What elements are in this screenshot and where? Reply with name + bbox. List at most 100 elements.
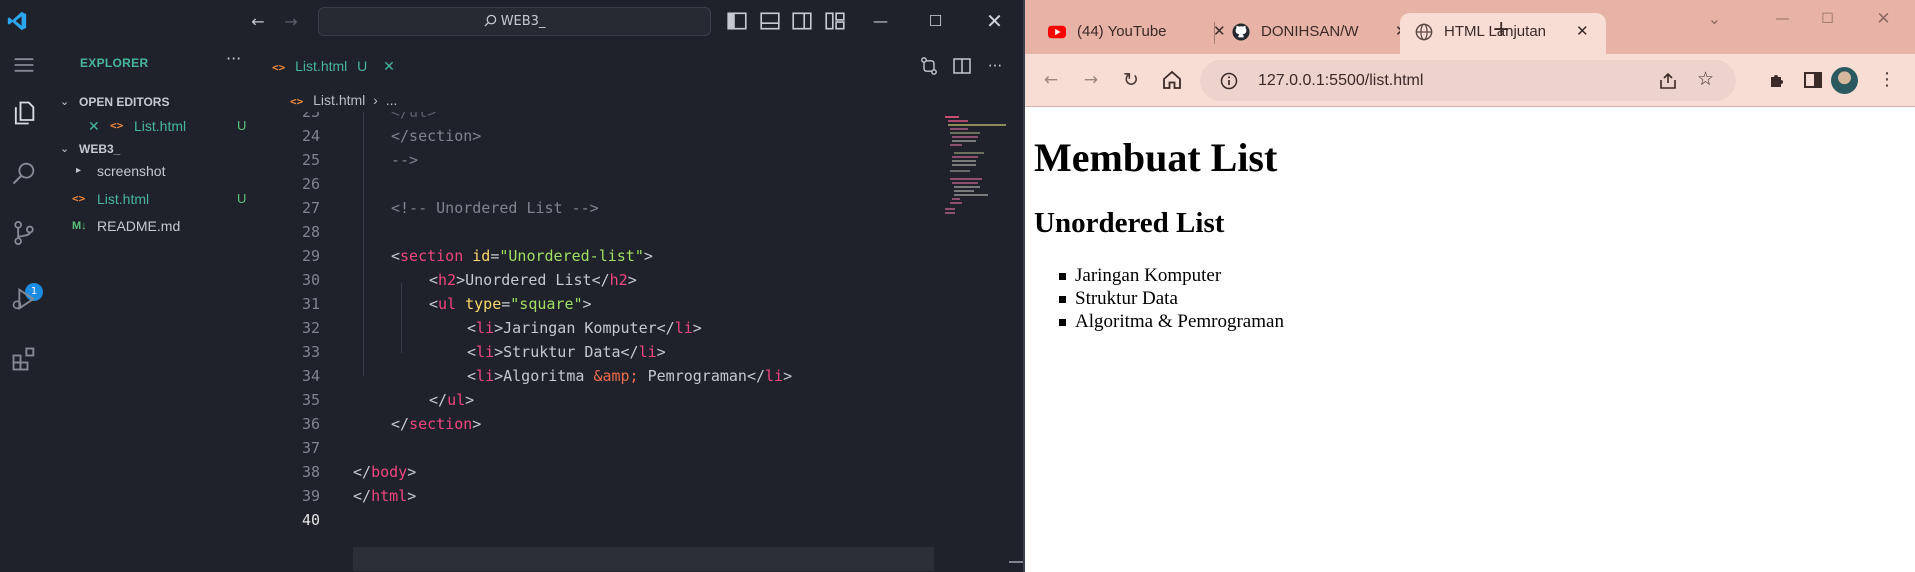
tab-close-icon[interactable]: ✕ bbox=[383, 58, 395, 74]
url-text: 127.0.0.1:5500/list.html bbox=[1258, 72, 1424, 89]
scrollbar-thumb[interactable] bbox=[1009, 561, 1023, 563]
untracked-badge: U bbox=[237, 191, 247, 206]
more-actions-icon[interactable]: ··· bbox=[984, 55, 1006, 77]
square-bullet bbox=[1059, 273, 1066, 280]
run-debug-icon[interactable] bbox=[10, 285, 38, 313]
chevron-down-icon: ⌄ bbox=[60, 143, 70, 155]
square-bullet bbox=[1059, 319, 1066, 326]
side-panel-icon[interactable] bbox=[1801, 68, 1825, 92]
folder-header[interactable]: ⌄ WEB3_ bbox=[48, 138, 260, 160]
code-line: 28 bbox=[301, 223, 320, 241]
bookmark-star-icon[interactable]: ☆ bbox=[1697, 68, 1714, 90]
open-editors-label: OPEN EDITORS bbox=[79, 95, 170, 109]
tab-label: (44) YouTube bbox=[1077, 23, 1167, 40]
address-bar[interactable]: 127.0.0.1:5500/list.html ☆ bbox=[1200, 60, 1736, 101]
toggle-panel-icon[interactable] bbox=[759, 11, 781, 31]
open-editors-header[interactable]: ⌄ OPEN EDITORS bbox=[48, 91, 260, 113]
code-line: 31 <ul type="square"> bbox=[301, 295, 592, 313]
code-line: 26 bbox=[301, 175, 320, 193]
html-file-icon: <> bbox=[290, 95, 304, 108]
profile-avatar[interactable] bbox=[1831, 67, 1858, 94]
page-content: Membuat List Unordered List Jaringan Kom… bbox=[1025, 108, 1915, 572]
code-line: 30 <h2>Unordered List</h2> bbox=[301, 271, 637, 289]
vscode-logo-icon bbox=[7, 11, 27, 31]
forward-arrow-icon[interactable]: → bbox=[1079, 68, 1103, 92]
explorer-sidebar: EXPLORER ··· ⌄ OPEN EDITORS ✕ <> List.ht… bbox=[48, 43, 260, 572]
code-line: 29 <section id="Unordered-list"> bbox=[301, 247, 653, 265]
youtube-icon bbox=[1048, 25, 1066, 39]
html-file-icon: <> bbox=[110, 119, 124, 132]
search-label: WEB3_ bbox=[500, 14, 546, 29]
minimap[interactable] bbox=[940, 112, 1010, 572]
code-line: 36 </section> bbox=[301, 415, 482, 433]
source-control-icon[interactable] bbox=[10, 219, 38, 247]
tree-item-label: List.html bbox=[97, 191, 150, 207]
vscode-titlebar: ← → WEB3_ — ☐ ✕ bbox=[0, 0, 1023, 43]
customize-layout-icon[interactable] bbox=[824, 11, 846, 31]
reload-icon[interactable]: ↻ bbox=[1119, 68, 1143, 92]
vscode-window: ← → WEB3_ — ☐ ✕ 1 EXPLORER ··· ⌄ OPEN ED… bbox=[0, 0, 1023, 572]
minimize-icon[interactable]: — bbox=[853, 0, 908, 43]
markdown-file-icon: M↓ bbox=[72, 220, 87, 232]
forward-arrow-icon[interactable]: → bbox=[281, 12, 301, 32]
share-icon[interactable] bbox=[1658, 71, 1678, 91]
more-actions-icon[interactable]: ··· bbox=[226, 49, 241, 68]
maximize-icon[interactable]: ☐ bbox=[908, 0, 963, 43]
open-changes-icon[interactable] bbox=[918, 55, 940, 77]
tab-separator bbox=[1214, 22, 1215, 44]
maximize-icon[interactable]: ☐ bbox=[1805, 0, 1850, 38]
list-item: Jaringan Komputer bbox=[1059, 264, 1284, 287]
breadcrumb-rest: ... bbox=[385, 92, 398, 108]
breadcrumb[interactable]: <> List.html › ... bbox=[290, 92, 397, 108]
code-line: 27 <!-- Unordered List --> bbox=[301, 199, 599, 217]
menu-kebab-icon[interactable]: ⋮ bbox=[1875, 68, 1899, 92]
code-line: 37 bbox=[301, 439, 320, 457]
extensions-icon[interactable] bbox=[10, 345, 38, 373]
breadcrumb-file: List.html bbox=[313, 92, 366, 108]
tree-item-list-html[interactable]: <> List.html U bbox=[48, 188, 260, 210]
tab-github[interactable]: DONIHSAN/W ✕ bbox=[1217, 13, 1417, 54]
toggle-sidebar-icon[interactable] bbox=[726, 11, 748, 31]
code-area[interactable]: 23 </ul> 24 </section> 25 --> 26 27 <!-- Uno… bbox=[260, 112, 940, 572]
hamburger-menu-icon[interactable] bbox=[10, 51, 38, 79]
tab-close-icon[interactable]: ✕ bbox=[1576, 13, 1589, 50]
page-heading-h1: Membuat List bbox=[1034, 135, 1278, 180]
square-bullet bbox=[1059, 296, 1066, 303]
close-icon[interactable]: ✕ bbox=[1861, 0, 1906, 38]
explorer-files-icon[interactable] bbox=[10, 99, 38, 127]
page-heading-h2: Unordered List bbox=[1034, 207, 1225, 239]
site-info-icon[interactable] bbox=[1220, 72, 1238, 90]
folder-label: WEB3_ bbox=[79, 142, 121, 156]
search-icon[interactable] bbox=[10, 159, 38, 187]
tab-label: List.html bbox=[295, 58, 348, 74]
open-editor-item[interactable]: ✕ <> List.html U bbox=[48, 115, 260, 137]
untracked-badge: U bbox=[237, 118, 247, 133]
home-icon[interactable] bbox=[1160, 68, 1184, 92]
back-arrow-icon[interactable]: ← bbox=[1039, 68, 1063, 92]
split-editor-icon[interactable] bbox=[951, 55, 973, 77]
tree-item-screenshot[interactable]: ▸ screenshot bbox=[48, 160, 260, 182]
chevron-down-icon: ⌄ bbox=[60, 96, 70, 108]
new-tab-icon[interactable]: + bbox=[1492, 17, 1510, 42]
code-line: 25 --> bbox=[301, 151, 419, 169]
code-line: 32 <li>Jaringan Komputer</li> bbox=[301, 319, 702, 337]
code-line: 24 </section> bbox=[301, 127, 482, 145]
tree-item-label: README.md bbox=[97, 218, 181, 234]
back-arrow-icon[interactable]: ← bbox=[248, 12, 268, 32]
minimize-icon[interactable]: — bbox=[1760, 0, 1805, 38]
close-icon[interactable]: ✕ bbox=[967, 0, 1022, 43]
tab-list-html[interactable]: <> List.html U ✕ bbox=[272, 51, 395, 81]
command-center-search[interactable]: WEB3_ bbox=[318, 7, 711, 36]
list-item: Struktur Data bbox=[1059, 287, 1284, 310]
tab-youtube[interactable]: (44) YouTube ✕ bbox=[1033, 13, 1233, 54]
extensions-puzzle-icon[interactable] bbox=[1766, 68, 1790, 92]
code-line: 23 </ul> bbox=[301, 112, 437, 121]
close-editor-icon[interactable]: ✕ bbox=[88, 115, 100, 137]
browser-toolbar: ← → ↻ 127.0.0.1:5500/list.html ☆ ⋮ bbox=[1025, 54, 1915, 107]
tab-search-chevron-icon[interactable]: ⌄ bbox=[1692, 0, 1737, 38]
open-editor-filename: List.html bbox=[134, 118, 187, 134]
explorer-title: EXPLORER bbox=[80, 56, 149, 70]
toggle-secondary-sidebar-icon[interactable] bbox=[791, 11, 813, 31]
unordered-list: Jaringan Komputer Struktur Data Algoritm… bbox=[1059, 264, 1284, 333]
tree-item-readme[interactable]: M↓ README.md bbox=[48, 215, 260, 237]
